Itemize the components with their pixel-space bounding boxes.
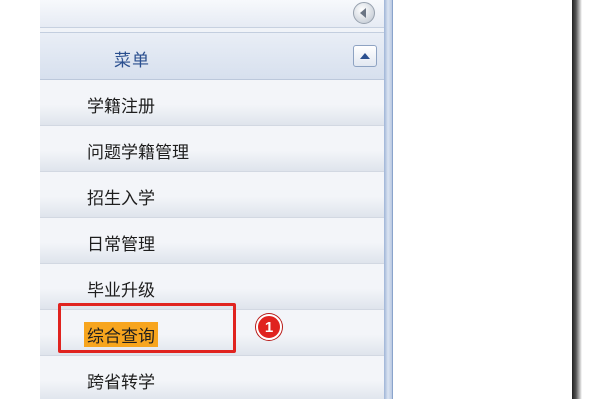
menu-header[interactable]: 菜单 (40, 32, 384, 80)
sidebar-item-enrollment[interactable]: 招生入学 (40, 172, 384, 218)
sidebar-item-label: 日常管理 (87, 235, 155, 255)
menu-title: 菜单 (114, 51, 150, 71)
sidebar-item-transfer[interactable]: 跨省转学 (40, 356, 384, 399)
chevron-up-icon (360, 53, 370, 59)
sidebar-item-label: 学籍注册 (87, 97, 155, 117)
sidebar-item-daily-management[interactable]: 日常管理 (40, 218, 384, 264)
collapse-sidebar-button[interactable] (353, 2, 375, 24)
sidebar-item-label: 跨省转学 (87, 373, 155, 393)
splitter-bar[interactable] (384, 0, 392, 399)
sidebar-top-bar (40, 0, 384, 28)
highlight-box (58, 303, 236, 353)
sidebar-item-student-registration[interactable]: 学籍注册 (40, 80, 384, 126)
collapse-left-icon (360, 8, 366, 18)
step-marker-badge: 1 (256, 314, 282, 340)
sidebar-item-label: 招生入学 (87, 189, 155, 209)
left-margin (0, 0, 40, 399)
menu-toggle-button[interactable] (353, 45, 377, 67)
sidebar-item-label: 问题学籍管理 (87, 143, 189, 163)
sidebar-item-label: 毕业升级 (87, 281, 155, 301)
content-panel (392, 0, 572, 399)
sidebar-item-problem-records[interactable]: 问题学籍管理 (40, 126, 384, 172)
window-edge (572, 0, 582, 399)
